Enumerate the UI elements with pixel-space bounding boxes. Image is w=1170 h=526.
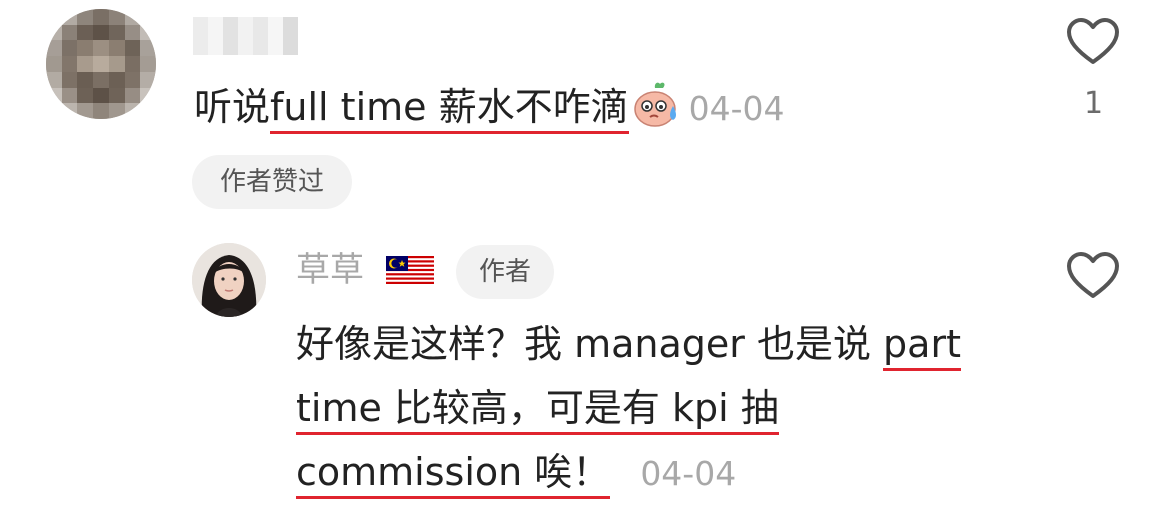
reply-line-2: time 比较高，可是有 kpi 抽 [296,376,1016,440]
reply-line-1: 好像是这样？我 manager 也是说 part [296,312,1016,376]
like-heart-icon[interactable] [1066,251,1120,299]
replier-username[interactable]: 草草 [296,246,364,294]
author-badge: 作者 [456,245,554,299]
reply-line-1-prefix: 好像是这样？我 manager 也是说 [296,322,884,366]
reply-line-3-underlined: commission 唉！ [296,450,611,499]
reply-text: 好像是这样？我 manager 也是说 part time 比较高，可是有 kp… [296,312,1016,506]
replier-avatar[interactable] [192,243,266,317]
like-count: 1 [1084,86,1104,121]
comment-text: 听说full time 薪水不咋滴 04-04 [194,80,785,136]
sweat-smile-emoji-icon [633,82,676,127]
reply-date: 04-04 [640,454,737,493]
avatar-image [192,243,266,317]
reply-line-2-underlined: time 比较高，可是有 kpi 抽 [296,386,779,435]
reply-line-1-underlined: part [883,322,961,371]
comment-text-prefix: 听说 [194,85,271,129]
reply-line-3: commission 唉！ 04-04 [296,440,1016,506]
commenter-avatar[interactable] [46,9,156,119]
malaysia-flag-icon [386,256,434,286]
commenter-name-blurred[interactable] [193,17,298,55]
like-heart-icon[interactable] [1066,17,1120,65]
comment-text-underlined: full time 薪水不咋滴 [270,85,629,134]
author-liked-badge: 作者赞过 [192,155,352,209]
comment-date: 04-04 [688,89,785,128]
